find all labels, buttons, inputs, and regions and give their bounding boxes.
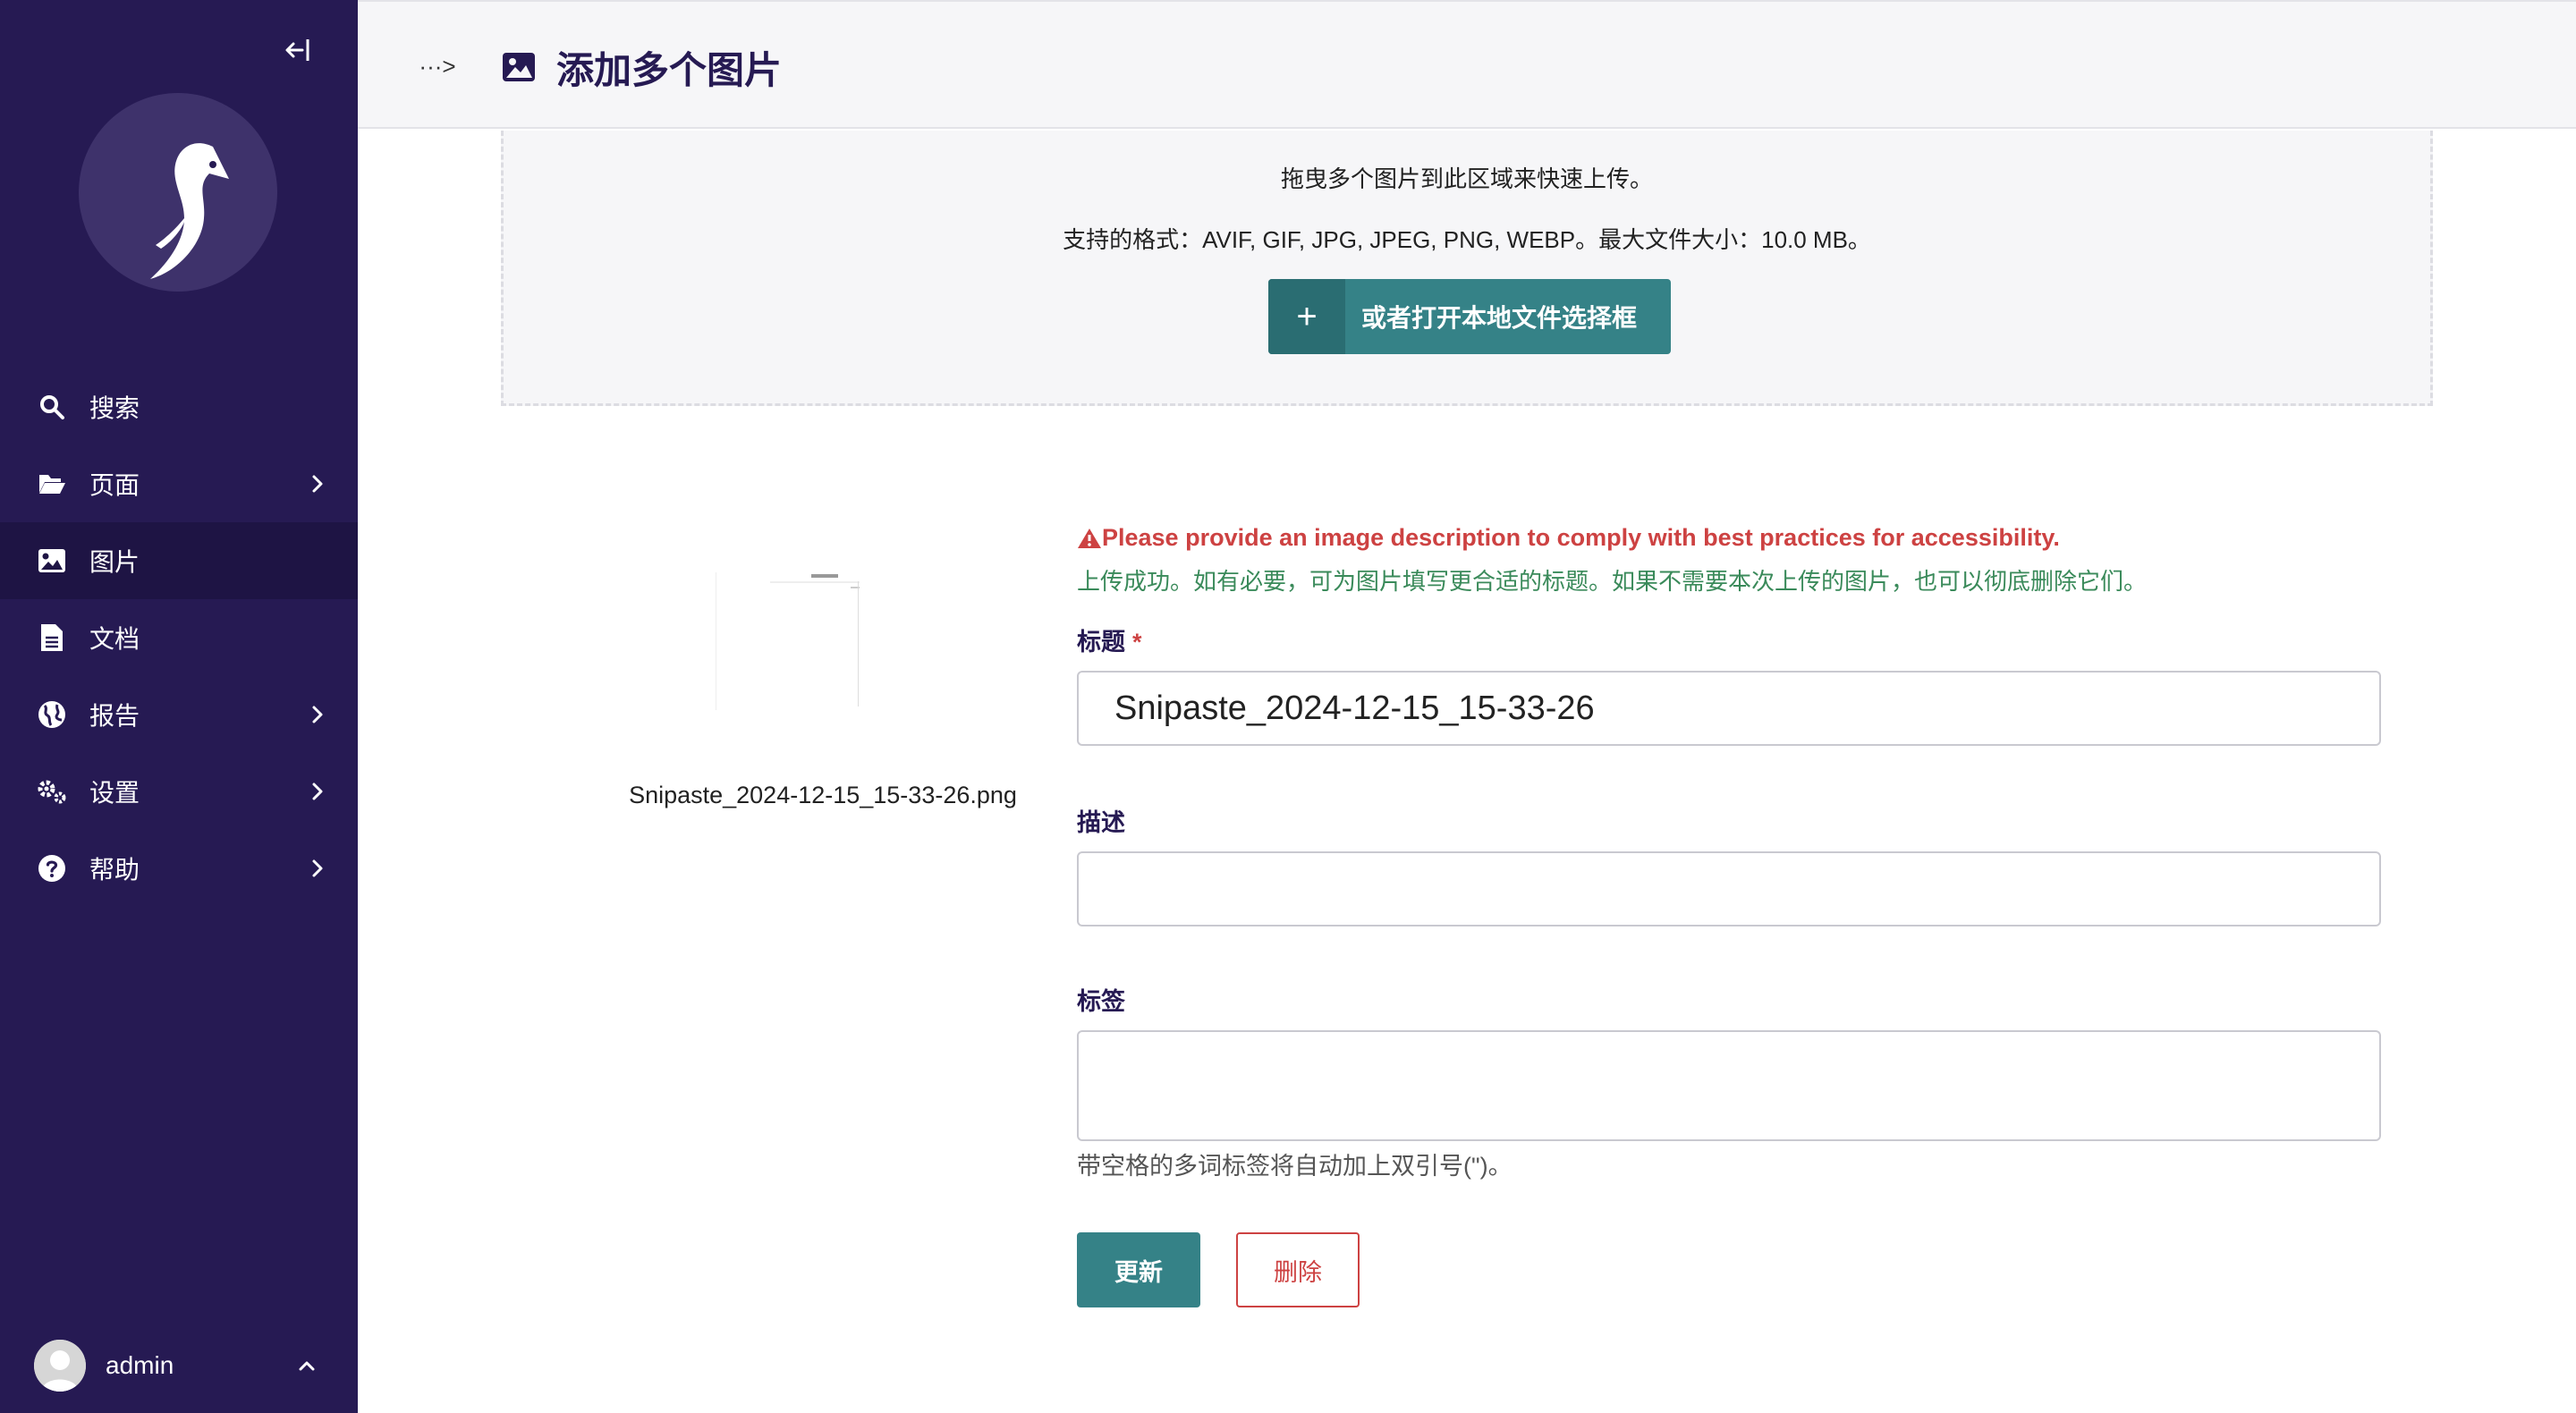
sidebar-item-label: 页面 [89, 471, 140, 499]
user-menu[interactable]: admin [34, 1340, 338, 1392]
image-icon [503, 53, 535, 81]
sidebar-item-search[interactable]: 搜索 [0, 368, 358, 445]
collapse-left-icon [285, 39, 309, 61]
page-title-text: 添加多个图片 [556, 48, 783, 91]
sidebar-item-label: 搜索 [89, 394, 140, 422]
choose-files-button[interactable]: + 或者打开本地文件选择框 [1268, 279, 1671, 354]
description-input[interactable] [1077, 851, 2381, 926]
sidebar-item-pages[interactable]: 页面 [0, 445, 358, 522]
wagtail-logo[interactable] [79, 93, 277, 292]
chevron-right-icon [312, 475, 323, 493]
sidebar-item-label: 设置 [89, 779, 140, 807]
user-name: admin [106, 1351, 174, 1379]
help-icon [36, 852, 68, 884]
image-filename: Snipaste_2024-12-15_15-33-26.png [629, 782, 1017, 808]
chevron-right-icon [312, 783, 323, 800]
page-header: ···> 添加多个图片 [358, 0, 2576, 129]
document-icon [36, 622, 68, 654]
description-label: 描述 [1077, 809, 1125, 836]
sidebar-item-label: 帮助 [89, 856, 140, 884]
image-icon [36, 545, 68, 577]
sidebar: 搜索 页面 图片 文档 报告 设置 帮助 admin [0, 0, 358, 1413]
required-mark: * [1132, 629, 1142, 656]
sidebar-item-label: 报告 [89, 702, 140, 730]
folder-open-icon [36, 468, 68, 500]
tags-label: 标签 [1077, 988, 1125, 1015]
chevron-right-icon [312, 706, 323, 723]
accessibility-warning: Please provide an image description to c… [1077, 524, 2060, 552]
upload-success-message: 上传成功。如有必要，可为图片填写更合适的标题。如果不需要本次上传的图片，也可以彻… [1077, 568, 2148, 595]
title-label: 标题 * [1077, 622, 1142, 657]
search-icon [36, 391, 68, 423]
sidebar-nav: 搜索 页面 图片 文档 报告 设置 帮助 [0, 368, 358, 907]
title-input[interactable]: Snipaste_2024-12-15_15-33-26 [1077, 671, 2381, 746]
sidebar-item-settings[interactable]: 设置 [0, 753, 358, 830]
page-title: 添加多个图片 [501, 38, 782, 97]
sidebar-item-help[interactable]: 帮助 [0, 830, 358, 907]
plus-icon: + [1268, 279, 1345, 354]
dropzone-formats: 支持的格式：AVIF, GIF, JPG, JPEG, PNG, WEBP。最大… [1063, 226, 1871, 253]
choose-files-label: 或者打开本地文件选择框 [1361, 304, 1638, 332]
chevron-up-icon [299, 1361, 315, 1371]
upload-dropzone[interactable]: 拖曳多个图片到此区域来快速上传。 支持的格式：AVIF, GIF, JPG, J… [501, 131, 2433, 406]
sidebar-item-reports[interactable]: 报告 [0, 676, 358, 753]
sidebar-item-label: 图片 [89, 548, 140, 576]
warning-icon [1078, 528, 1101, 548]
update-button[interactable]: 更新 [1077, 1232, 1200, 1307]
breadcrumb-toggle[interactable]: ···> [417, 48, 458, 84]
globe-icon [36, 698, 68, 731]
sidebar-item-label: 文档 [89, 625, 140, 653]
sidebar-item-documents[interactable]: 文档 [0, 599, 358, 676]
warning-text: Please provide an image description to c… [1102, 524, 2060, 551]
chevron-right-icon [312, 859, 323, 877]
tags-input[interactable] [1077, 1030, 2381, 1141]
dropzone-instruction: 拖曳多个图片到此区域来快速上传。 [1280, 165, 1653, 192]
title-input-value: Snipaste_2024-12-15_15-33-26 [1114, 689, 1595, 727]
avatar [34, 1340, 86, 1392]
title-label-text: 标题 [1077, 629, 1125, 656]
cogs-icon [36, 775, 68, 808]
collapse-sidebar-button[interactable] [279, 32, 318, 68]
bird-logo-icon [79, 93, 277, 292]
tags-help-text: 带空格的多词标签将自动加上双引号(")。 [1077, 1153, 1513, 1180]
delete-button[interactable]: 删除 [1236, 1232, 1360, 1307]
image-thumbnail [716, 572, 860, 710]
sidebar-item-images[interactable]: 图片 [0, 522, 358, 599]
